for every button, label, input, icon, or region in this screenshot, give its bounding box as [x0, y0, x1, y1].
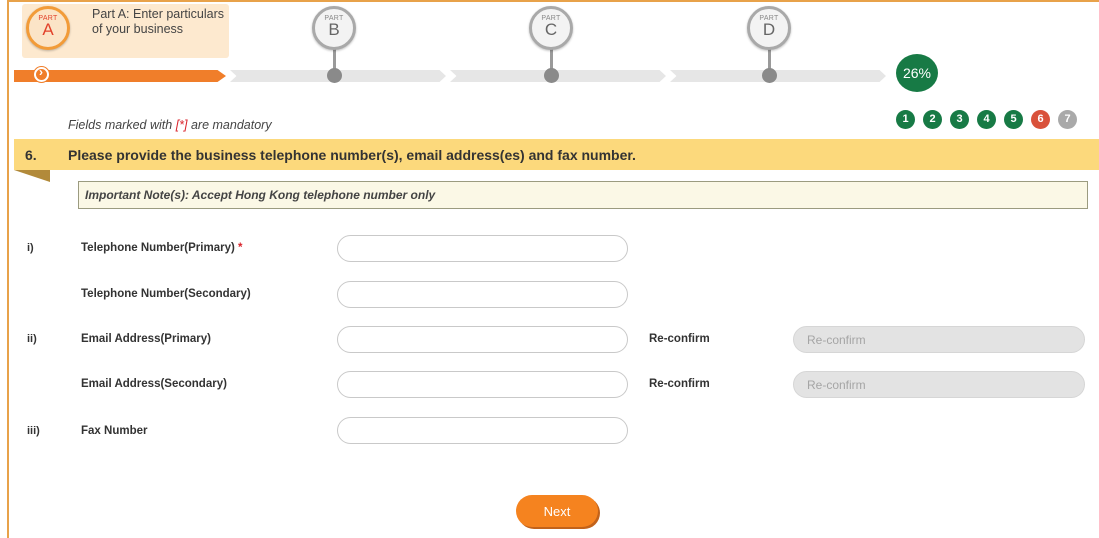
step-2[interactable]: 2 [923, 110, 942, 129]
part-b-circle[interactable]: PART B [312, 6, 356, 50]
required-marker: * [238, 242, 243, 254]
section-number: 6. [25, 147, 37, 163]
fax-number-input[interactable] [337, 417, 628, 444]
mandatory-fields-note: Fields marked with [*] are mandatory [68, 118, 272, 132]
part-a-marker [34, 65, 49, 82]
email-secondary-reconfirm-input[interactable] [793, 371, 1085, 398]
fax-number-label: Fax Number [81, 425, 148, 437]
step-6-current[interactable]: 6 [1031, 110, 1050, 129]
email-secondary-input[interactable] [337, 371, 628, 398]
email-secondary-label: Email Address(Secondary) [81, 378, 227, 390]
telephone-secondary-input[interactable] [337, 281, 628, 308]
part-c-marker [544, 68, 559, 83]
part-c-circle[interactable]: PART C [529, 6, 573, 50]
email-primary-reconfirm-input[interactable] [793, 326, 1085, 353]
telephone-secondary-label: Telephone Number(Secondary) [81, 288, 251, 300]
telephone-primary-input[interactable] [337, 235, 628, 262]
step-1[interactable]: 1 [896, 110, 915, 129]
step-7: 7 [1058, 110, 1077, 129]
email-primary-label: Email Address(Primary) [81, 333, 211, 345]
progress-percent-badge: 26% [896, 54, 938, 92]
part-b-marker [327, 68, 342, 83]
row-index-i: i) [27, 242, 34, 254]
part-a-circle[interactable]: PART A [26, 6, 70, 50]
step-indicators: 1 2 3 4 5 6 7 [896, 110, 1077, 129]
section-ribbon-fold [14, 170, 50, 182]
telephone-primary-label: Telephone Number(Primary) * [81, 242, 243, 254]
active-part-description: Part A: Enter particulars of your busine… [92, 7, 225, 36]
step-5[interactable]: 5 [1004, 110, 1023, 129]
section-title: Please provide the business telephone nu… [68, 147, 636, 163]
step-4[interactable]: 4 [977, 110, 996, 129]
email-primary-reconfirm-label: Re-confirm [649, 333, 710, 345]
row-index-iii: iii) [27, 425, 40, 437]
step-3[interactable]: 3 [950, 110, 969, 129]
email-secondary-reconfirm-label: Re-confirm [649, 378, 710, 390]
important-note: Important Note(s): Accept Hong Kong tele… [78, 181, 1088, 209]
part-d-circle[interactable]: PART D [747, 6, 791, 50]
row-index-ii: ii) [27, 333, 37, 345]
part-d-marker [762, 68, 777, 83]
progress-track-part-d [670, 70, 886, 82]
email-primary-input[interactable] [337, 326, 628, 353]
next-button[interactable]: Next [516, 495, 598, 527]
mandatory-marker: [*] [175, 118, 188, 132]
